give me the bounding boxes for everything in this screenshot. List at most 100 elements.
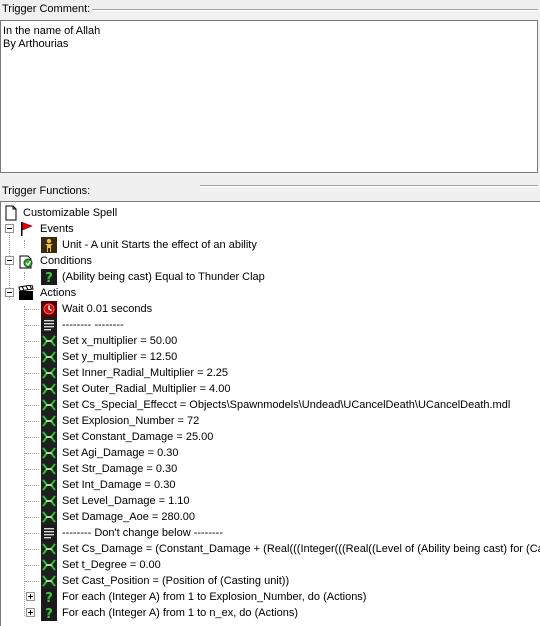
tree-line xyxy=(25,405,39,406)
trigger-comment-label: Trigger Comment: xyxy=(2,3,91,15)
expand-loop-button[interactable] xyxy=(26,592,35,601)
tree-line xyxy=(25,357,39,358)
loop-action-row[interactable]: ? For each (Integer A) from 1 to n_ex, do… xyxy=(1,605,540,622)
action-text: Set Explosion_Number = 72 xyxy=(62,415,200,427)
action-text: Set Level_Damage = 1.10 xyxy=(62,495,190,507)
collapse-actions-button[interactable] xyxy=(5,288,14,297)
action-text: For each (Integer A) from 1 to Explosion… xyxy=(62,591,367,603)
action-text: Set Agi_Damage = 0.30 xyxy=(62,447,179,459)
comment-line-2: By Arthourias xyxy=(3,38,69,50)
tree-line xyxy=(25,549,39,550)
action-row[interactable]: Set t_Degree = 0.00 xyxy=(1,557,540,573)
action-row[interactable]: Set x_multiplier = 50.00 xyxy=(1,333,540,349)
trigger-comment-textarea[interactable]: In the name of Allah By Arthourias xyxy=(0,20,538,173)
set-variable-icon xyxy=(41,541,57,557)
action-row[interactable]: Set Damage_Aoe = 280.00 xyxy=(1,509,540,525)
action-text: Set Str_Damage = 0.30 xyxy=(62,463,178,475)
collapse-conditions-button[interactable] xyxy=(5,256,14,265)
collapse-events-button[interactable] xyxy=(5,224,14,233)
action-row[interactable]: Set Constant_Damage = 25.00 xyxy=(1,429,540,445)
condition-text: (Ability being cast) Equal to Thunder Cl… xyxy=(62,271,265,283)
tree-line xyxy=(25,421,39,422)
functions-divider xyxy=(200,185,538,187)
action-text: Set Outer_Radial_Multiplier = 4.00 xyxy=(62,383,231,395)
set-variable-icon xyxy=(41,557,57,573)
action-text: Set Cs_Damage = (Constant_Damage + (Real… xyxy=(62,543,540,555)
tree-line xyxy=(25,373,39,374)
tree-root-row[interactable]: Customizable Spell xyxy=(1,205,540,221)
svg-text:?: ? xyxy=(45,591,53,605)
action-text: Set Inner_Radial_Multiplier = 2.25 xyxy=(62,367,229,379)
set-variable-icon xyxy=(41,381,57,397)
tree-line xyxy=(25,565,39,566)
tree-line xyxy=(25,533,39,534)
comment-icon xyxy=(41,317,57,333)
trigger-functions-label: Trigger Functions: xyxy=(2,185,91,197)
action-row[interactable]: -------- Don't change below -------- xyxy=(1,525,540,541)
action-row[interactable]: Set y_multiplier = 12.50 xyxy=(1,349,540,365)
set-variable-icon xyxy=(41,365,57,381)
action-text: Set x_multiplier = 50.00 xyxy=(62,335,178,347)
action-text: Set y_multiplier = 12.50 xyxy=(62,351,178,363)
set-variable-icon xyxy=(41,477,57,493)
action-text: Set Cs_Special_Effecct = Objects\Spawnmo… xyxy=(62,399,511,411)
tree-line xyxy=(25,437,39,438)
set-variable-icon xyxy=(41,413,57,429)
event-item[interactable]: Unit - A unit Starts the effect of an ab… xyxy=(1,237,540,253)
tree-line xyxy=(25,469,39,470)
tree-conditions-row[interactable]: Conditions xyxy=(1,253,540,269)
loop-action-row[interactable]: ? For each (Integer A) from 1 to Explosio… xyxy=(1,589,540,606)
tree-line xyxy=(25,517,39,518)
set-variable-icon xyxy=(41,461,57,477)
set-variable-icon xyxy=(41,333,57,349)
action-text: -------- Don't change below -------- xyxy=(62,527,223,539)
svg-text:?: ? xyxy=(45,607,53,621)
action-row[interactable]: Set Int_Damage = 0.30 xyxy=(1,477,540,493)
tree-line xyxy=(25,453,39,454)
action-row[interactable]: Set Explosion_Number = 72 xyxy=(1,413,540,429)
trigger-functions-tree[interactable]: Customizable Spell Events Unit - A unit … xyxy=(0,201,540,626)
set-variable-icon xyxy=(41,429,57,445)
set-variable-icon xyxy=(41,509,57,525)
expand-loop-button[interactable] xyxy=(26,608,35,617)
action-row[interactable]: Set Level_Damage = 1.10 xyxy=(1,493,540,509)
svg-text:?: ? xyxy=(45,271,53,285)
action-text: For each (Integer A) from 1 to n_ex, do … xyxy=(62,607,298,619)
event-text: Unit - A unit Starts the effect of an ab… xyxy=(62,239,257,251)
unit-event-icon xyxy=(41,237,57,253)
condition-item[interactable]: ? (Ability being cast) Equal to Thunder … xyxy=(1,269,540,286)
wait-icon xyxy=(41,301,57,317)
tree-line xyxy=(25,341,39,342)
tree-line xyxy=(25,581,39,582)
trigger-document-icon xyxy=(3,205,19,221)
conditions-label: Conditions xyxy=(40,255,92,267)
action-row[interactable]: Set Agi_Damage = 0.30 xyxy=(1,445,540,461)
action-row[interactable]: Set Cs_Special_Effecct = Objects\Spawnmo… xyxy=(1,397,540,413)
action-text: Set Int_Damage = 0.30 xyxy=(62,479,176,491)
action-row[interactable]: Set Cs_Damage = (Constant_Damage + (Real… xyxy=(1,541,540,557)
set-variable-icon xyxy=(41,349,57,365)
action-text: -------- -------- xyxy=(62,319,124,331)
comment-divider xyxy=(92,9,538,11)
tree-actions-row[interactable]: Actions xyxy=(1,284,540,301)
tree-line xyxy=(25,309,39,310)
tree-line xyxy=(25,325,39,326)
condition-question-icon: ? xyxy=(41,269,57,286)
loop-icon: ? xyxy=(41,605,57,622)
action-row[interactable]: Set Str_Damage = 0.30 xyxy=(1,461,540,477)
actions-clapper-icon xyxy=(18,284,34,301)
tree-line xyxy=(25,485,39,486)
tree-line xyxy=(25,501,39,502)
comment-icon xyxy=(41,525,57,541)
action-text: Wait 0.01 seconds xyxy=(62,303,153,315)
action-text: Set Cast_Position = (Position of (Castin… xyxy=(62,575,290,587)
action-row[interactable]: Set Inner_Radial_Multiplier = 2.25 xyxy=(1,365,540,381)
set-variable-icon xyxy=(41,397,57,413)
action-text: Set t_Degree = 0.00 xyxy=(62,559,161,571)
events-label: Events xyxy=(40,223,74,235)
action-row[interactable]: -------- -------- xyxy=(1,317,540,333)
tree-events-row[interactable]: Events xyxy=(1,221,540,237)
action-row[interactable]: Set Outer_Radial_Multiplier = 4.00 xyxy=(1,381,540,397)
action-row[interactable]: Set Cast_Position = (Position of (Castin… xyxy=(1,573,540,589)
action-row[interactable]: Wait 0.01 seconds xyxy=(1,301,540,317)
